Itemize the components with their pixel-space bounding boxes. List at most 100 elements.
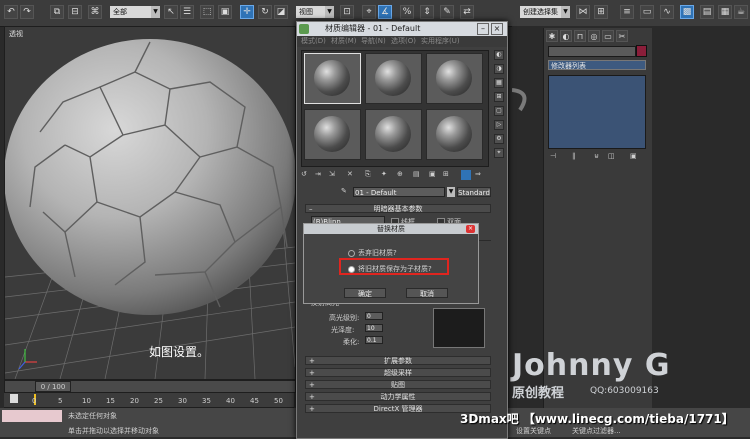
select-scale-icon[interactable]: ◪ <box>274 5 288 19</box>
render-setup-icon[interactable]: ▤ <box>700 5 714 19</box>
object-name-field[interactable] <box>548 46 636 57</box>
make-copy-icon[interactable]: ⎘ <box>365 170 371 179</box>
timeline-ruler[interactable]: 0 5 10 15 20 25 30 35 40 45 50 <box>4 393 294 408</box>
background-icon[interactable]: ▦ <box>494 78 504 88</box>
time-slider[interactable]: 0 / 100 <box>4 380 296 393</box>
modifier-list-dropdown[interactable]: 修改器列表 <box>548 60 646 70</box>
material-name-field[interactable]: 01 - Default <box>353 187 445 197</box>
sample-slot[interactable] <box>426 109 483 160</box>
material-type-button[interactable]: Standard <box>457 187 491 197</box>
material-name-dropdown-arrow[interactable]: ▼ <box>447 187 455 197</box>
get-material-icon[interactable]: ↺ <box>301 170 307 178</box>
go-to-parent-icon[interactable] <box>461 170 471 180</box>
menu-navigation[interactable]: 导航(N) <box>361 36 386 47</box>
sample-uv-tiling-icon[interactable]: ⊞ <box>494 92 504 102</box>
specular-level-input[interactable]: 0 <box>365 312 383 320</box>
spinner-snap-icon[interactable]: ⇕ <box>420 5 434 19</box>
remove-modifier-icon[interactable]: ◫ <box>608 152 615 160</box>
glossiness-input[interactable]: 10 <box>365 324 383 332</box>
select-by-name-icon[interactable]: ☰ <box>180 5 194 19</box>
mirror-icon[interactable]: ⇄ <box>460 5 474 19</box>
supersampling-rollout[interactable]: + 超级采样 <box>305 368 491 377</box>
perspective-viewport[interactable]: 透视 如图设置。 <box>4 26 296 380</box>
time-slider-thumb[interactable]: 0 / 100 <box>35 381 71 392</box>
curve-editor-icon[interactable]: ∿ <box>660 5 674 19</box>
window-crossing-icon[interactable]: ▣ <box>218 5 232 19</box>
make-preview-icon[interactable]: ▷ <box>494 120 504 130</box>
soften-input[interactable]: 0.1 <box>365 336 383 344</box>
select-move-icon[interactable]: ✛ <box>240 5 254 19</box>
assign-to-selection-icon[interactable]: ⇲ <box>329 170 335 178</box>
rendered-frame-icon[interactable]: ▦ <box>718 5 732 19</box>
key-filters-button[interactable]: 关键点过滤器... <box>572 426 621 436</box>
pin-stack-icon[interactable]: ⊣ <box>550 152 556 160</box>
graphite-toolbar-icon[interactable]: ▭ <box>640 5 654 19</box>
edit-named-selection-icon[interactable]: ✎ <box>440 5 454 19</box>
put-to-library-icon[interactable]: ⊕ <box>397 170 403 178</box>
pivot-center-icon[interactable]: ⊡ <box>340 5 354 19</box>
make-unique-icon[interactable]: ⊌ <box>594 152 599 160</box>
menu-utilities[interactable]: 实用程序(U) <box>421 36 460 47</box>
show-end-result-icon[interactable]: ∥ <box>572 152 576 160</box>
backlight-icon[interactable]: ◑ <box>494 64 504 74</box>
align-icon[interactable]: ⊞ <box>594 5 608 19</box>
modifier-stack[interactable] <box>548 75 646 149</box>
modify-tab-icon[interactable]: ◐ <box>560 30 572 42</box>
mirror-object-icon[interactable]: ⋈ <box>576 5 590 19</box>
menu-material[interactable]: 材质(M) <box>331 36 357 47</box>
discard-old-radio[interactable] <box>348 250 355 257</box>
maxscript-listener[interactable] <box>2 410 62 422</box>
ok-button[interactable]: 确定 <box>344 288 386 298</box>
show-in-viewport-icon[interactable]: ▣ <box>429 170 436 178</box>
create-tab-icon[interactable]: ✱ <box>546 30 558 42</box>
menu-options[interactable]: 选项(O) <box>391 36 416 47</box>
select-rotate-icon[interactable]: ↻ <box>258 5 272 19</box>
replace-material-titlebar[interactable]: 替换材质 × <box>304 224 478 234</box>
render-icon[interactable]: ☕ <box>734 5 748 19</box>
dynamics-properties-rollout[interactable]: + 动力学属性 <box>305 392 491 401</box>
motion-tab-icon[interactable]: ◎ <box>588 30 600 42</box>
set-key-label[interactable]: 设置关键点 <box>516 426 551 436</box>
unlink-icon[interactable]: ⊟ <box>68 5 82 19</box>
sample-slot[interactable] <box>304 109 361 160</box>
maps-rollout[interactable]: + 贴图 <box>305 380 491 389</box>
put-to-scene-icon[interactable]: ⇥ <box>315 170 321 178</box>
sample-type-icon[interactable]: ◐ <box>494 50 504 60</box>
link-icon[interactable]: ⧉ <box>50 5 64 19</box>
soccer-ball[interactable] <box>5 39 295 315</box>
sample-slot[interactable] <box>304 53 361 104</box>
material-editor-titlebar[interactable]: 材质编辑器 - 01 - Default – × <box>297 22 507 36</box>
reference-coordinate-dropdown[interactable]: 视图 ▼ <box>296 6 334 18</box>
shader-basic-params-rollout[interactable]: – 明暗器基本参数 <box>305 204 491 213</box>
show-end-result-mat-icon[interactable]: ⊞ <box>443 170 449 178</box>
hierarchy-tab-icon[interactable]: ⊓ <box>574 30 586 42</box>
go-forward-sibling-icon[interactable]: ⇒ <box>475 170 481 178</box>
utilities-tab-icon[interactable]: ✂ <box>616 30 628 42</box>
dialog-close-icon[interactable]: × <box>466 225 475 233</box>
configure-modifier-icon[interactable]: ▣ <box>630 152 637 160</box>
menu-mode[interactable]: 模式(D) <box>301 36 326 47</box>
select-object-icon[interactable]: ↖ <box>164 5 178 19</box>
select-by-material-icon[interactable]: ⌖ <box>494 148 504 158</box>
video-color-check-icon[interactable]: ▢ <box>494 106 504 116</box>
redo-icon[interactable]: ↷ <box>20 5 34 19</box>
layer-manager-icon[interactable]: ≡ <box>620 5 634 19</box>
region-select-icon[interactable]: ⬚ <box>200 5 214 19</box>
close-icon[interactable]: × <box>491 23 503 35</box>
cancel-button[interactable]: 取消 <box>406 288 448 298</box>
bind-space-warp-icon[interactable]: ⌘ <box>88 5 102 19</box>
sample-slot[interactable] <box>426 53 483 104</box>
make-unique-mat-icon[interactable]: ✦ <box>381 170 387 178</box>
extended-params-rollout[interactable]: + 扩展参数 <box>305 356 491 365</box>
undo-icon[interactable]: ↶ <box>4 5 18 19</box>
percent-snap-icon[interactable]: % <box>400 5 414 19</box>
selection-filter-dropdown[interactable]: 全部 ▼ <box>110 6 160 18</box>
sample-slot[interactable] <box>365 109 422 160</box>
snap-toggle-icon[interactable]: ⌖ <box>362 5 376 19</box>
angle-snap-icon[interactable]: ∡ <box>378 5 392 19</box>
sample-slot[interactable] <box>365 53 422 104</box>
material-editor-icon[interactable]: ▩ <box>680 5 694 19</box>
minimize-icon[interactable]: – <box>477 23 489 35</box>
named-selection-dropdown[interactable]: 创建选择集 ▼ <box>520 6 570 18</box>
pick-from-object-icon[interactable]: ✎ <box>341 187 347 195</box>
